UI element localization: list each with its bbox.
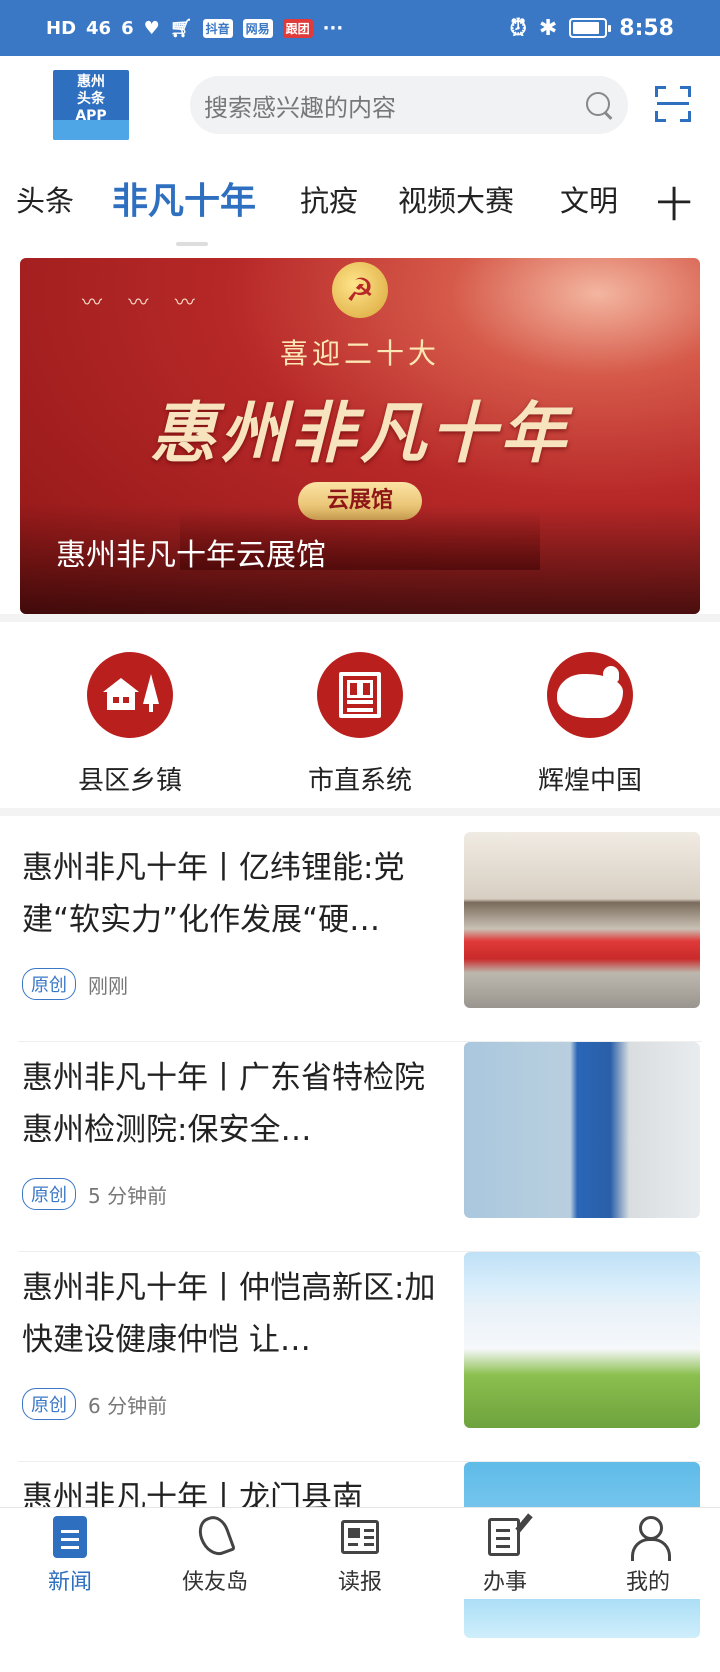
profile-icon	[627, 1514, 671, 1561]
nav-label: 侠友岛	[181, 1570, 248, 1595]
nav-news[interactable]: 新闻	[20, 1514, 120, 1596]
china-map-icon	[547, 652, 633, 738]
nav-label: 办事	[482, 1570, 527, 1595]
bottom-nav: 新闻 侠友岛 读报 办事 我的	[0, 1507, 720, 1599]
party-emblem-icon: ☭	[332, 262, 388, 318]
status-bar: HD 46 6 ♥ 🛒︎ 抖音 网易 跟团 ··· ⏰︎ ✱ 8:58	[0, 0, 720, 56]
battery-icon	[569, 18, 612, 38]
bluetooth-icon: ✱	[538, 15, 558, 41]
cart-icon: 🛒︎	[169, 17, 193, 39]
news-time: 6 分钟前	[88, 1393, 168, 1418]
tab-kangyi[interactable]: 抗疫	[300, 178, 358, 220]
gate-icon	[317, 652, 403, 738]
wifi-icon: 6	[121, 17, 134, 39]
news-thumbnail	[464, 1042, 700, 1218]
app-logo[interactable]: 惠州 头条 APP	[53, 70, 129, 140]
banner-slogan: 喜迎二十大	[279, 337, 440, 370]
banner-caption: 惠州非凡十年云展馆	[56, 538, 326, 573]
news-time: 刚刚	[88, 973, 128, 998]
app-chip-1: 抖音	[202, 18, 233, 38]
news-icon	[49, 1514, 91, 1560]
newspaper-icon	[339, 1514, 381, 1560]
birds-decoration: 〰 〰 〰	[82, 290, 205, 314]
channel-tabs: 头条 非凡十年 抗疫 视频大赛 文明 十	[0, 160, 720, 250]
section-divider	[0, 614, 720, 622]
alarm-icon: ⏰︎	[509, 15, 527, 41]
nav-read-paper[interactable]: 读报	[310, 1514, 410, 1596]
scan-icon[interactable]	[655, 86, 691, 122]
clock: 8:58	[619, 15, 674, 41]
signal-icon: 46	[86, 17, 112, 39]
original-badge: 原创	[22, 1178, 76, 1210]
news-item[interactable]: 惠州非凡十年丨亿纬锂能:党建“软实力”化作发展“硬… 原创 刚刚	[0, 832, 720, 1042]
news-thumbnail	[464, 1252, 700, 1428]
more-tabs-icon[interactable]: 十	[656, 176, 692, 228]
nav-services[interactable]: 办事	[455, 1514, 555, 1596]
search-icon[interactable]	[584, 90, 614, 120]
news-title: 惠州非凡十年丨仲恺高新区:加快建设健康仲恺 让…	[22, 1270, 436, 1358]
runner-icon	[194, 1512, 236, 1560]
original-badge: 原创	[22, 968, 76, 1000]
app-chip-2: 网易	[242, 18, 273, 38]
more-notifications: ···	[322, 17, 344, 39]
quick-link-label: 辉煌中国	[537, 766, 642, 796]
news-title: 惠州非凡十年丨亿纬锂能:党建“软实力”化作发展“硬…	[22, 850, 405, 938]
app-chip-3: 跟团	[282, 18, 313, 38]
nav-xiayoudao[interactable]: 侠友岛	[165, 1512, 265, 1596]
house-tree-icon	[87, 652, 173, 738]
tab-video-contest[interactable]: 视频大赛	[398, 178, 514, 220]
tab-indicator	[176, 242, 208, 246]
task-icon	[484, 1514, 526, 1560]
quick-link-county-towns[interactable]: 县区乡镇	[30, 652, 230, 797]
news-item[interactable]: 惠州非凡十年丨广东省特检院惠州检测院:保安全… 原创 5 分钟前	[0, 1042, 720, 1252]
tab-feifan-shinian[interactable]: 非凡十年	[112, 172, 256, 224]
tab-toutiao[interactable]: 头条	[16, 178, 74, 220]
heart-icon: ♥	[143, 17, 160, 39]
news-title: 惠州非凡十年丨广东省特检院惠州检测院:保安全…	[22, 1060, 425, 1148]
quick-link-label: 县区乡镇	[77, 766, 182, 796]
news-item[interactable]: 惠州非凡十年丨仲恺高新区:加快建设健康仲恺 让… 原创 6 分钟前	[0, 1252, 720, 1462]
news-time: 5 分钟前	[88, 1183, 168, 1208]
quick-link-label: 市直系统	[307, 766, 412, 796]
banner-calligraphy: 惠州非凡十年	[150, 394, 570, 472]
quick-link-glorious-china[interactable]: 辉煌中国	[490, 652, 690, 797]
original-badge: 原创	[22, 1388, 76, 1420]
app-header: 惠州 头条 APP 搜索感兴趣的内容	[0, 56, 720, 156]
search-bar[interactable]: 搜索感兴趣的内容	[190, 76, 628, 134]
hero-banner[interactable]: 〰 〰 〰 ☭ 喜迎二十大 惠州非凡十年 云展馆 惠州非凡十年云展馆	[20, 258, 700, 614]
search-placeholder: 搜索感兴趣的内容	[204, 93, 396, 122]
quick-link-city-departments[interactable]: 市直系统	[260, 652, 460, 797]
nav-profile[interactable]: 我的	[598, 1514, 698, 1596]
nav-label: 读报	[337, 1570, 382, 1595]
news-thumbnail	[464, 832, 700, 1008]
quick-links: 县区乡镇 市直系统 辉煌中国	[0, 630, 720, 800]
hd-indicator: HD	[46, 17, 77, 39]
nav-label: 我的	[625, 1570, 670, 1595]
section-divider	[0, 808, 720, 816]
nav-label: 新闻	[47, 1570, 92, 1595]
tab-wenming[interactable]: 文明	[560, 178, 618, 220]
